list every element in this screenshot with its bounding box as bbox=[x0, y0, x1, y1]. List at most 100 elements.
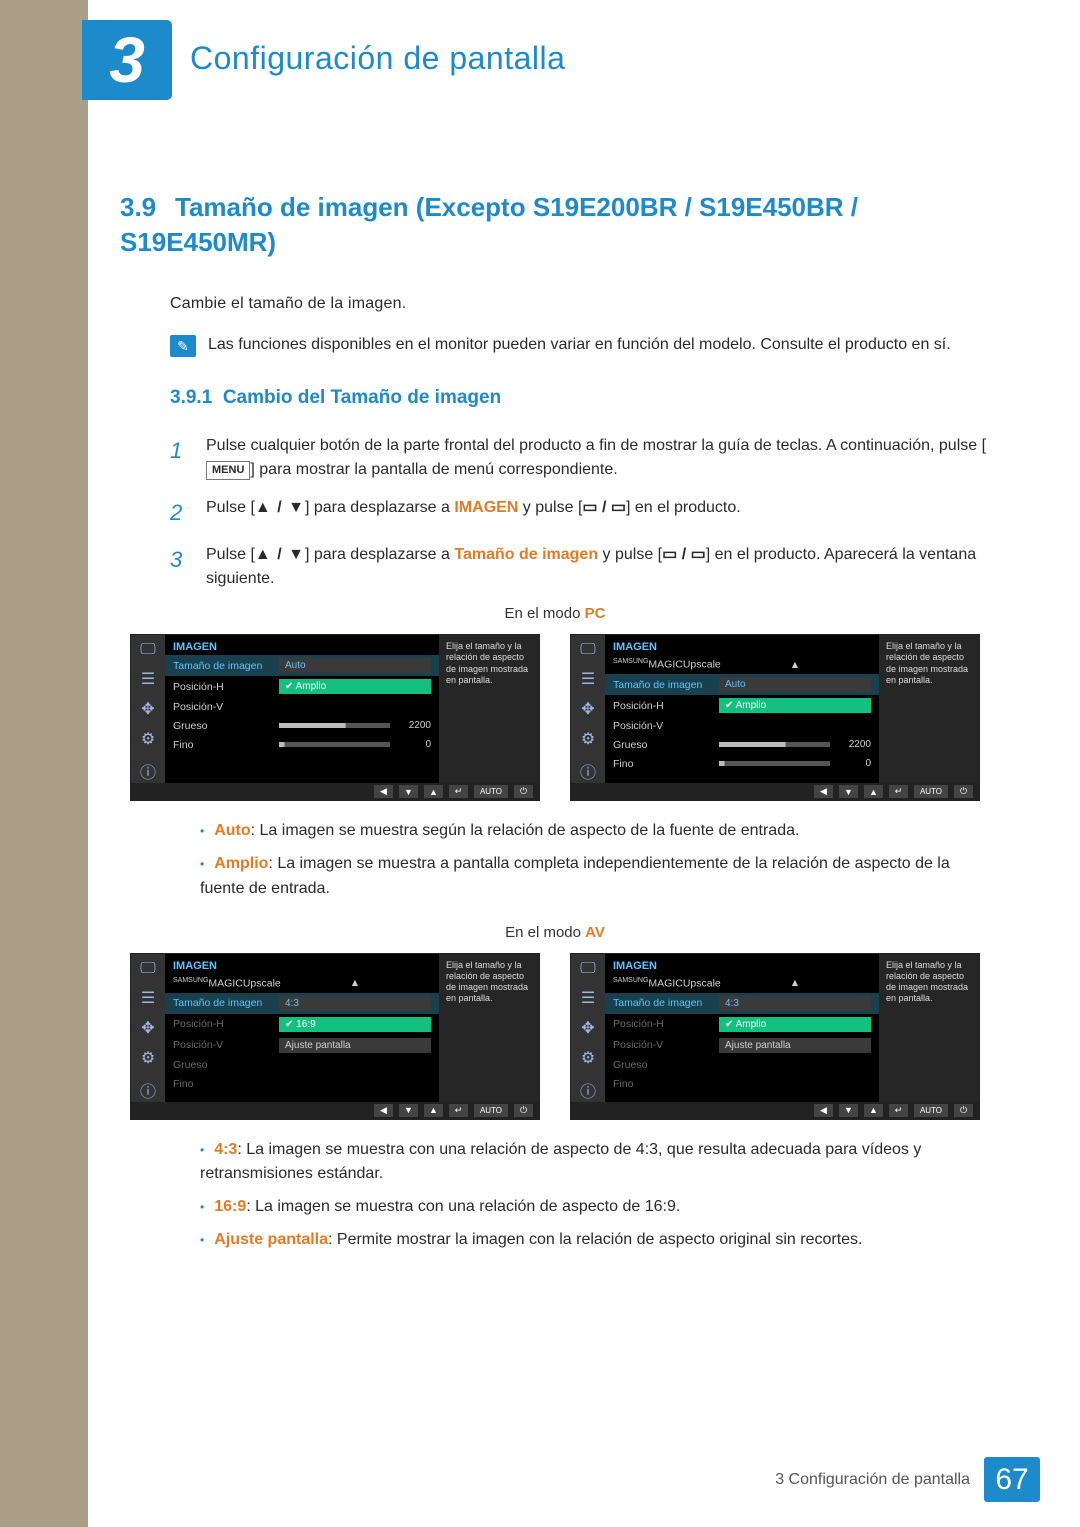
osd-pc-left: 🖵 ☰ ✥ ⚙ ⓘ IMAGEN Tamaño de imagenAuto Po… bbox=[130, 634, 540, 801]
osd-item-grueso: Grueso2200 bbox=[605, 735, 879, 754]
note-text: Las funciones disponibles en el monitor … bbox=[208, 333, 990, 356]
step2-d: ] en el producto. bbox=[626, 499, 741, 516]
osd-item-posv: Posición-VAjuste pantalla bbox=[605, 1035, 879, 1056]
osd-title: IMAGEN bbox=[605, 958, 879, 974]
menu-key: MENU bbox=[206, 461, 250, 480]
osd-value-amplio: Amplio bbox=[719, 698, 871, 713]
osd-pc-right: 🖵 ☰ ✥ ⚙ ⓘ IMAGEN SAMSUNGMAGICUpscale▲ Ta… bbox=[570, 634, 980, 801]
osd-btn-auto: AUTO bbox=[914, 785, 948, 798]
osd-item-posh: Posición-HAmplio bbox=[605, 695, 879, 716]
up-down-keys: ▲ / ▼ bbox=[255, 499, 305, 516]
osd-value-43: 4:3 bbox=[279, 996, 431, 1011]
osd-item-upscale: SAMSUNGMAGICUpscale▲ bbox=[165, 974, 439, 993]
osd-slider bbox=[279, 723, 390, 728]
step3-a: Pulse [ bbox=[206, 546, 255, 563]
monitor-icon: 🖵 bbox=[580, 960, 595, 978]
step3-b: ] para desplazarse a bbox=[305, 546, 454, 563]
osd-btn-left: ◀ bbox=[814, 1104, 833, 1117]
osd-btn-left: ◀ bbox=[374, 1104, 393, 1117]
section-number: 3.9 bbox=[120, 190, 175, 225]
osd-tip: Elija el tamaño y la relación de aspecto… bbox=[439, 954, 539, 1102]
osd-footer: ◀ ▼ ▲ ↵ AUTO ⏻ bbox=[571, 1102, 979, 1119]
osd-item-tamano: Tamaño de imagenAuto bbox=[605, 674, 879, 695]
arrows-icon: ✥ bbox=[581, 1018, 594, 1038]
osd-btn-enter: ↵ bbox=[449, 785, 468, 798]
osd-btn-left: ◀ bbox=[814, 785, 833, 798]
osd-item-fino: Fino0 bbox=[605, 754, 879, 773]
chapter-number: 3 bbox=[109, 23, 145, 97]
info-icon: ⓘ bbox=[140, 759, 156, 783]
osd-btn-auto: AUTO bbox=[914, 1104, 948, 1117]
osd-item-posh: Posición-HAmplio bbox=[165, 676, 439, 697]
section-heading: 3.9Tamaño de imagen (Excepto S19E200BR /… bbox=[120, 190, 990, 260]
osd-title: IMAGEN bbox=[165, 958, 439, 974]
list-icon: ☰ bbox=[141, 988, 155, 1008]
enter-keys-icon: ▭ / ▭ bbox=[582, 499, 626, 516]
osd-sidebar: 🖵 ☰ ✥ ⚙ ⓘ bbox=[571, 635, 605, 783]
step1-text-b: ] para mostrar la pantalla de menú corre… bbox=[250, 461, 617, 478]
gear-icon: ⚙ bbox=[581, 729, 595, 749]
osd-btn-down: ▼ bbox=[399, 1104, 418, 1117]
osd-item-upscale: SAMSUNGMAGICUpscale▲ bbox=[605, 655, 879, 674]
section-title: Tamaño de imagen (Excepto S19E200BR / S1… bbox=[120, 192, 858, 257]
osd-tip: Elija el tamaño y la relación de aspecto… bbox=[439, 635, 539, 783]
bullet-amplio: Amplio: La imagen se muestra a pantalla … bbox=[200, 852, 990, 902]
osd-value-ajuste: Ajuste pantalla bbox=[279, 1038, 431, 1053]
osd-item-grueso: Grueso2200 bbox=[165, 716, 439, 735]
osd-btn-enter: ↵ bbox=[449, 1104, 468, 1117]
arrows-icon: ✥ bbox=[581, 699, 594, 719]
osd-btn-up: ▲ bbox=[424, 785, 443, 798]
sidebar-background bbox=[0, 0, 88, 1527]
osd-item-posv: Posición-V bbox=[605, 716, 879, 735]
arrows-icon: ✥ bbox=[141, 699, 154, 719]
step-number: 2 bbox=[170, 496, 188, 529]
osd-value-auto: Auto bbox=[719, 677, 871, 692]
osd-item-fino: Fino bbox=[605, 1075, 879, 1094]
osd-slider bbox=[279, 742, 390, 747]
osd-btn-up: ▲ bbox=[864, 785, 883, 798]
subsection-heading: 3.9.1 Cambio del Tamaño de imagen bbox=[170, 387, 990, 409]
osd-btn-power: ⏻ bbox=[954, 1104, 973, 1117]
list-icon: ☰ bbox=[581, 669, 595, 689]
osd-value-ajuste: Ajuste pantalla bbox=[719, 1038, 871, 1053]
list-icon: ☰ bbox=[141, 669, 155, 689]
osd-sidebar: 🖵 ☰ ✥ ⚙ ⓘ bbox=[571, 954, 605, 1102]
bullet-ajuste: Ajuste pantalla: Permite mostrar la imag… bbox=[200, 1228, 990, 1253]
step2-c: y pulse [ bbox=[518, 499, 582, 516]
osd-title: IMAGEN bbox=[165, 639, 439, 655]
osd-item-tamano: Tamaño de imagenAuto bbox=[165, 655, 439, 676]
chapter-badge: 3 bbox=[82, 20, 172, 100]
osd-btn-up: ▲ bbox=[424, 1104, 443, 1117]
step-number: 3 bbox=[170, 543, 188, 591]
step-1: 1 Pulse cualquier botón de la parte fron… bbox=[170, 434, 990, 482]
av-bullets: 4:3: La imagen se muestra con una relaci… bbox=[200, 1138, 990, 1253]
osd-item-grueso: Grueso bbox=[165, 1056, 439, 1075]
step3-c: y pulse [ bbox=[598, 546, 662, 563]
osd-av-right: 🖵 ☰ ✥ ⚙ ⓘ IMAGEN SAMSUNGMAGICUpscale▲ Ta… bbox=[570, 953, 980, 1120]
osd-item-tamano: Tamaño de imagen4:3 bbox=[165, 993, 439, 1014]
monitor-icon: 🖵 bbox=[580, 641, 595, 659]
osd-btn-power: ⏻ bbox=[514, 1104, 533, 1117]
step-3: 3 Pulse [▲ / ▼] para desplazarse a Tamañ… bbox=[170, 543, 990, 591]
mode-av-label: En el modo AV bbox=[120, 924, 990, 941]
osd-value-auto: Auto bbox=[279, 658, 431, 673]
osd-item-fino: Fino bbox=[165, 1075, 439, 1094]
osd-value-amplio: Amplio bbox=[719, 1017, 871, 1032]
list-icon: ☰ bbox=[581, 988, 595, 1008]
osd-item-fino: Fino0 bbox=[165, 735, 439, 754]
osd-btn-left: ◀ bbox=[374, 785, 393, 798]
bullet-169: 16:9: La imagen se muestra con una relac… bbox=[200, 1195, 990, 1220]
osd-av-left: 🖵 ☰ ✥ ⚙ ⓘ IMAGEN SAMSUNGMAGICUpscale▲ Ta… bbox=[130, 953, 540, 1120]
osd-btn-auto: AUTO bbox=[474, 1104, 508, 1117]
chapter-title: Configuración de pantalla bbox=[190, 40, 565, 77]
info-icon: ⓘ bbox=[580, 1078, 596, 1102]
osd-item-upscale: SAMSUNGMAGICUpscale▲ bbox=[605, 974, 879, 993]
step2-b: ] para desplazarse a bbox=[305, 499, 454, 516]
page-number: 67 bbox=[984, 1457, 1040, 1502]
step2-a: Pulse [ bbox=[206, 499, 255, 516]
osd-value-169: 16:9 bbox=[279, 1017, 431, 1032]
note-icon: ✎ bbox=[170, 335, 196, 357]
osd-btn-up: ▲ bbox=[864, 1104, 883, 1117]
osd-btn-auto: AUTO bbox=[474, 785, 508, 798]
bullet-auto: Auto: La imagen se muestra según la rela… bbox=[200, 819, 990, 844]
